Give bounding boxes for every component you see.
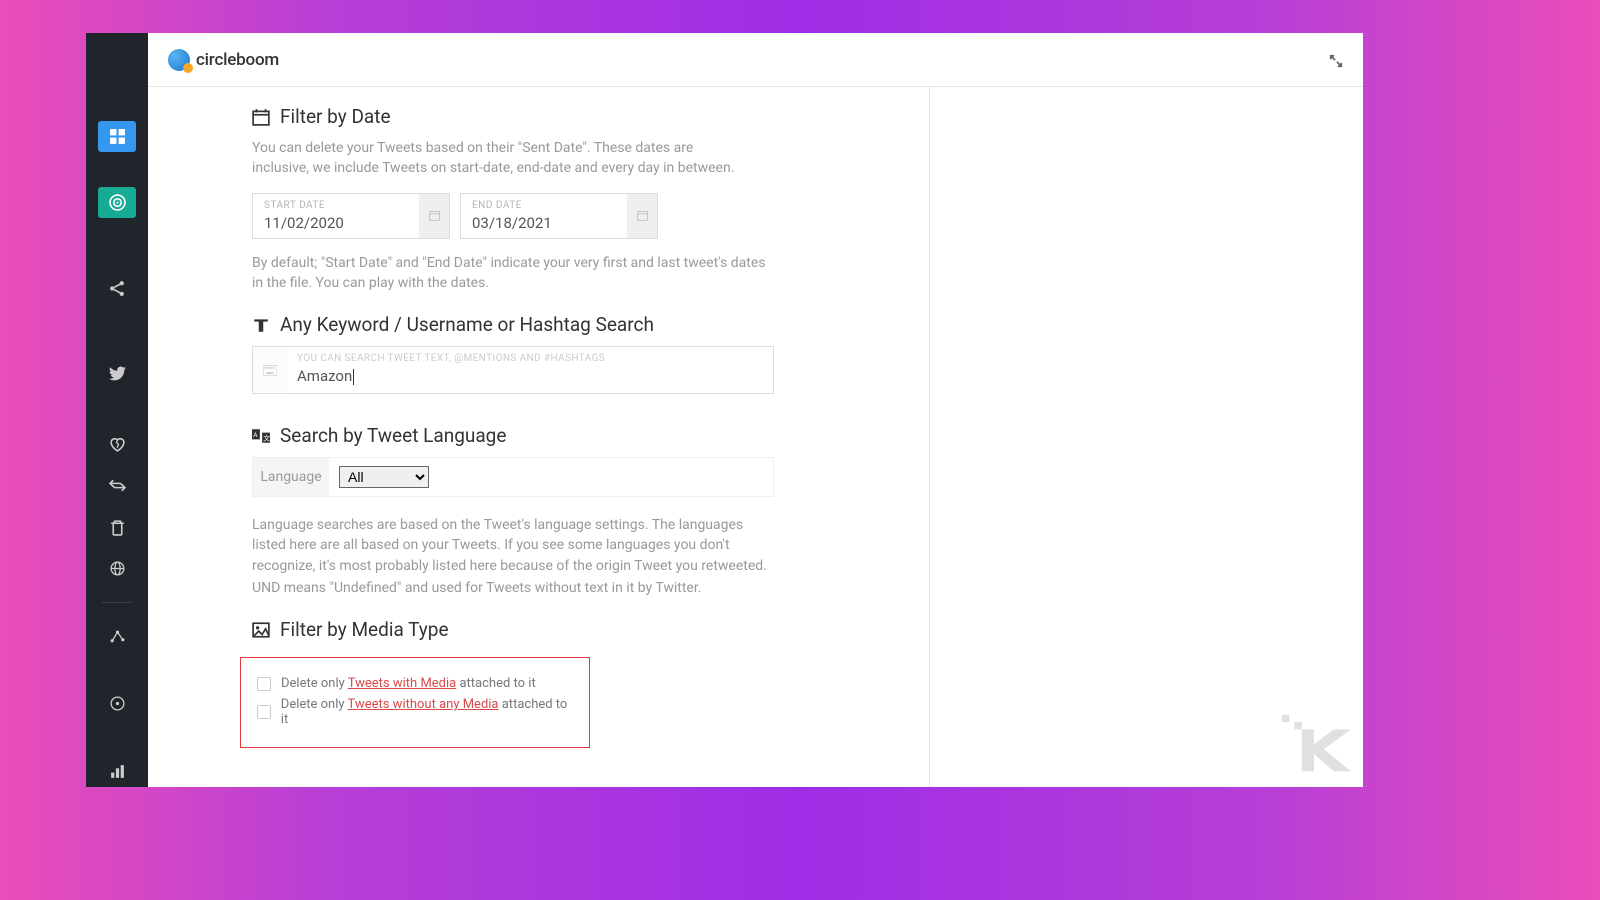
- tweets-without-media-link[interactable]: Tweets without any Media: [348, 697, 499, 712]
- heart-broken-icon: [109, 436, 126, 453]
- keyword-value: Amazon: [297, 367, 352, 385]
- twitter-icon: [109, 365, 126, 382]
- nav-circle[interactable]: [98, 688, 136, 719]
- media-heading: Filter by Media Type: [280, 618, 449, 641]
- media-option-with[interactable]: Delete only Tweets with Media attached t…: [257, 676, 573, 691]
- nav-share[interactable]: [98, 273, 136, 304]
- start-date-picker-button[interactable]: [419, 194, 449, 238]
- svg-text:文: 文: [263, 433, 270, 442]
- filter-date-desc: You can delete your Tweets based on thei…: [252, 138, 746, 179]
- topbar: circleboom: [148, 33, 1363, 87]
- nav-twitter[interactable]: [98, 358, 136, 389]
- retweet-icon: [109, 477, 126, 494]
- share-icon: [109, 280, 126, 297]
- language-desc-1: Language searches are based on the Tweet…: [252, 515, 774, 576]
- nav-stats[interactable]: [98, 756, 136, 787]
- language-label: Language: [253, 458, 329, 496]
- keyword-placeholder: YOU CAN SEARCH TWEET TEXT, @MENTIONS AND…: [297, 353, 763, 364]
- keyword-title: Any Keyword / Username or Hashtag Search: [252, 313, 907, 336]
- sidebar: [86, 33, 148, 787]
- filter-date-footnote: By default; "Start Date" and "End Date" …: [252, 253, 774, 294]
- trash-icon: [109, 519, 126, 536]
- nodes-icon: [109, 628, 126, 645]
- nav-globe[interactable]: [98, 553, 136, 584]
- media-options-highlight: Delete only Tweets with Media attached t…: [240, 657, 590, 748]
- text-icon: [252, 316, 270, 334]
- right-pane: [930, 87, 1363, 787]
- target-icon: [109, 194, 126, 211]
- filter-panel: Filter by Date You can delete your Tweet…: [148, 87, 930, 787]
- app-window: circleboom Filter by Date You can delete…: [86, 33, 1363, 787]
- calendar-small-icon: [636, 209, 649, 222]
- translate-icon: A文: [252, 427, 270, 445]
- keyboard-icon: [253, 347, 287, 393]
- language-heading: Search by Tweet Language: [280, 424, 506, 447]
- logo-mark-icon: [168, 49, 190, 71]
- tweets-with-media-link[interactable]: Tweets with Media: [348, 676, 457, 691]
- nav-graph[interactable]: [98, 621, 136, 652]
- media-option-without[interactable]: Delete only Tweets without any Media att…: [257, 697, 573, 727]
- content: Filter by Date You can delete your Tweet…: [148, 87, 1363, 787]
- calendar-icon: [252, 108, 270, 126]
- language-title: A文 Search by Tweet Language: [252, 424, 907, 447]
- nav-target[interactable]: [98, 187, 136, 218]
- media-title: Filter by Media Type: [252, 618, 907, 641]
- end-date-picker-button[interactable]: [627, 194, 657, 238]
- start-date-value: 11/02/2020: [264, 214, 408, 232]
- brand-logo[interactable]: circleboom: [168, 49, 279, 71]
- calendar-small-icon: [428, 209, 441, 222]
- end-date-label: END DATE: [472, 200, 616, 211]
- grid-icon: [109, 128, 126, 145]
- end-date-value: 03/18/2021: [472, 214, 616, 232]
- keyword-heading: Any Keyword / Username or Hashtag Search: [280, 313, 654, 336]
- keyword-input[interactable]: YOU CAN SEARCH TWEET TEXT, @MENTIONS AND…: [252, 346, 774, 394]
- language-row: Language All: [252, 457, 774, 497]
- circle-dot-icon: [109, 695, 126, 712]
- nav-dashboard[interactable]: [98, 121, 136, 152]
- start-date-field[interactable]: START DATE 11/02/2020: [252, 193, 450, 239]
- language-desc-2: UND means "Undefined" and used for Tweet…: [252, 578, 774, 598]
- brand-name: circleboom: [196, 50, 279, 70]
- language-select[interactable]: All: [339, 466, 429, 488]
- nav-heart[interactable]: [98, 429, 136, 460]
- watermark: [1277, 711, 1351, 775]
- image-icon: [252, 621, 270, 639]
- checkbox-icon: [257, 677, 271, 691]
- nav-delete[interactable]: [98, 511, 136, 542]
- watermark-k-icon: [1277, 711, 1351, 775]
- filter-date-title: Filter by Date: [252, 105, 907, 128]
- fullscreen-button[interactable]: [1329, 53, 1343, 67]
- start-date-label: START DATE: [264, 200, 408, 211]
- end-date-field[interactable]: END DATE 03/18/2021: [460, 193, 658, 239]
- checkbox-icon: [257, 705, 271, 719]
- expand-icon: [1329, 54, 1343, 68]
- svg-text:A: A: [253, 431, 258, 439]
- main-area: circleboom Filter by Date You can delete…: [148, 33, 1363, 787]
- filter-date-heading: Filter by Date: [280, 105, 391, 128]
- globe-icon: [109, 560, 126, 577]
- bar-chart-icon: [109, 763, 126, 780]
- nav-retweet[interactable]: [98, 470, 136, 501]
